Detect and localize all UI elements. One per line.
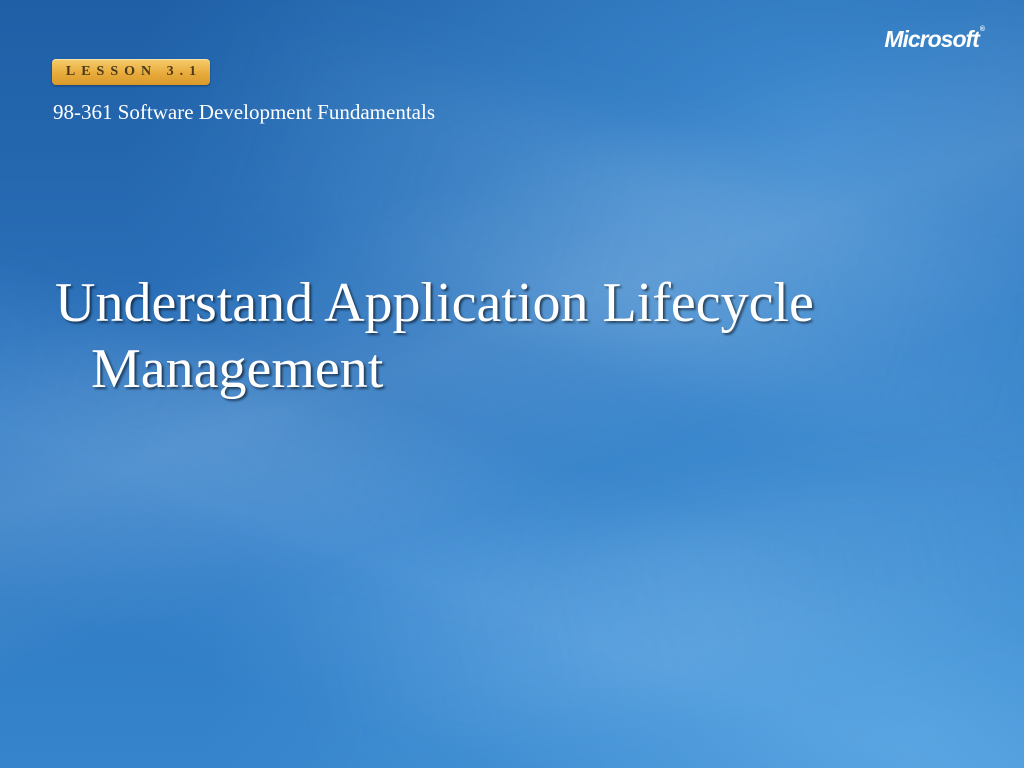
lesson-badge-label: LESSON 3.1 bbox=[65, 64, 203, 79]
lesson-badge: LESSON 3.1 bbox=[52, 59, 210, 85]
slide: LESSON 3.1 98-361 Software Development F… bbox=[0, 0, 1024, 768]
logo-text: Microsoft bbox=[884, 26, 979, 52]
course-title: 98-361 Software Development Fundamentals bbox=[53, 100, 435, 124]
registered-mark: ® bbox=[979, 26, 985, 33]
background-streak bbox=[191, 15, 1024, 485]
slide-title: Understand Application Lifecycle Managem… bbox=[55, 272, 814, 400]
background-streak bbox=[292, 438, 1024, 762]
microsoft-logo: Microsoft® bbox=[884, 26, 985, 53]
